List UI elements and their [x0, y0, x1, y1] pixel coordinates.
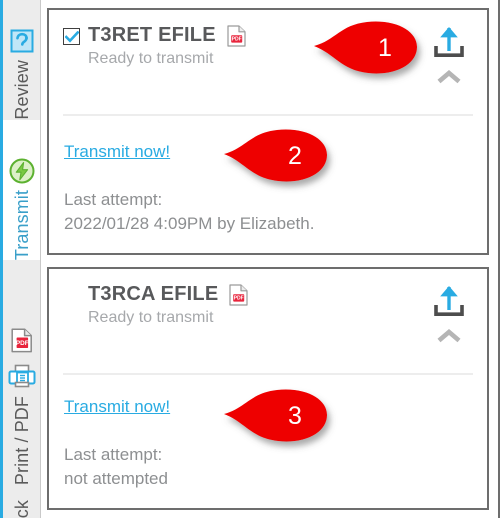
efile-card-body: T3RET EFILE PDF Ready to transmit Transm…: [49, 10, 487, 253]
efile-card: T3RET EFILE PDF Ready to transmit Transm…: [47, 8, 489, 255]
help-question-icon: [8, 27, 36, 55]
efile-upload-group: [427, 283, 471, 343]
pdf-file-icon[interactable]: PDF: [229, 283, 248, 306]
card-divider: [63, 114, 473, 116]
transmit-now-link[interactable]: Transmit now!: [64, 397, 170, 417]
printer-icon: [8, 361, 36, 391]
lightning-bolt-icon: [8, 157, 36, 185]
pdf-file-icon: PDF: [8, 327, 36, 355]
sidebar-tab-transmit-label: Transmit: [11, 189, 32, 260]
efile-card-header: T3RET EFILE PDF Ready to transmit: [49, 10, 487, 68]
sidebar-tab-print-pdf[interactable]: Print / PDF PDF: [3, 260, 40, 485]
chevron-up-icon[interactable]: [436, 70, 462, 84]
sidebar-tab-review-label: Review: [11, 60, 32, 120]
svg-text:PDF: PDF: [15, 341, 28, 348]
last-attempt-label: Last attempt:: [64, 445, 163, 464]
transmit-panel: T3RET EFILE PDF Ready to transmit Transm…: [41, 0, 500, 518]
sidebar-tab-print-pdf-label: Print / PDF: [11, 395, 32, 485]
sidebar-tab-check[interactable]: ck: [3, 485, 40, 518]
efile-card-footer: Transmit now! Last attempt: 2022/01/28 4…: [64, 142, 473, 234]
efile-select-checkbox[interactable]: [63, 28, 80, 45]
upload-arrow-icon[interactable]: [429, 283, 469, 323]
efile-card-body: T3RCA EFILE PDF Ready to transmit Transm…: [49, 269, 487, 508]
last-attempt-value: not attempted: [64, 469, 168, 488]
efile-card-header: T3RCA EFILE PDF Ready to transmit: [49, 269, 487, 327]
sidebar-tab-review[interactable]: Review: [3, 0, 40, 120]
efile-title: T3RCA EFILE: [88, 283, 219, 305]
sidebar-tab-check-label: ck: [11, 499, 32, 518]
efile-upload-group: [427, 24, 471, 84]
last-attempt-value: 2022/01/28 4:09PM by Elizabeth.: [64, 214, 315, 233]
sidebar-tab-transmit[interactable]: Transmit: [3, 120, 40, 260]
last-attempt-label: Last attempt:: [64, 190, 163, 209]
svg-text:PDF: PDF: [234, 295, 244, 301]
sidebar-tab-rail: Review Transmit Print / PDF PDF ck: [0, 0, 41, 518]
application-window: Review Transmit Print / PDF PDF ck T3RET…: [0, 0, 500, 518]
card-divider: [63, 373, 473, 375]
efile-card: T3RCA EFILE PDF Ready to transmit Transm…: [47, 267, 489, 510]
chevron-up-icon[interactable]: [436, 329, 462, 343]
transmit-now-link[interactable]: Transmit now!: [64, 142, 170, 162]
efile-title: T3RET EFILE: [88, 24, 216, 46]
efile-card-footer: Transmit now! Last attempt: not attempte…: [64, 397, 473, 489]
svg-text:PDF: PDF: [231, 36, 241, 42]
pdf-file-icon[interactable]: PDF: [227, 24, 246, 47]
upload-arrow-icon[interactable]: [429, 24, 469, 64]
